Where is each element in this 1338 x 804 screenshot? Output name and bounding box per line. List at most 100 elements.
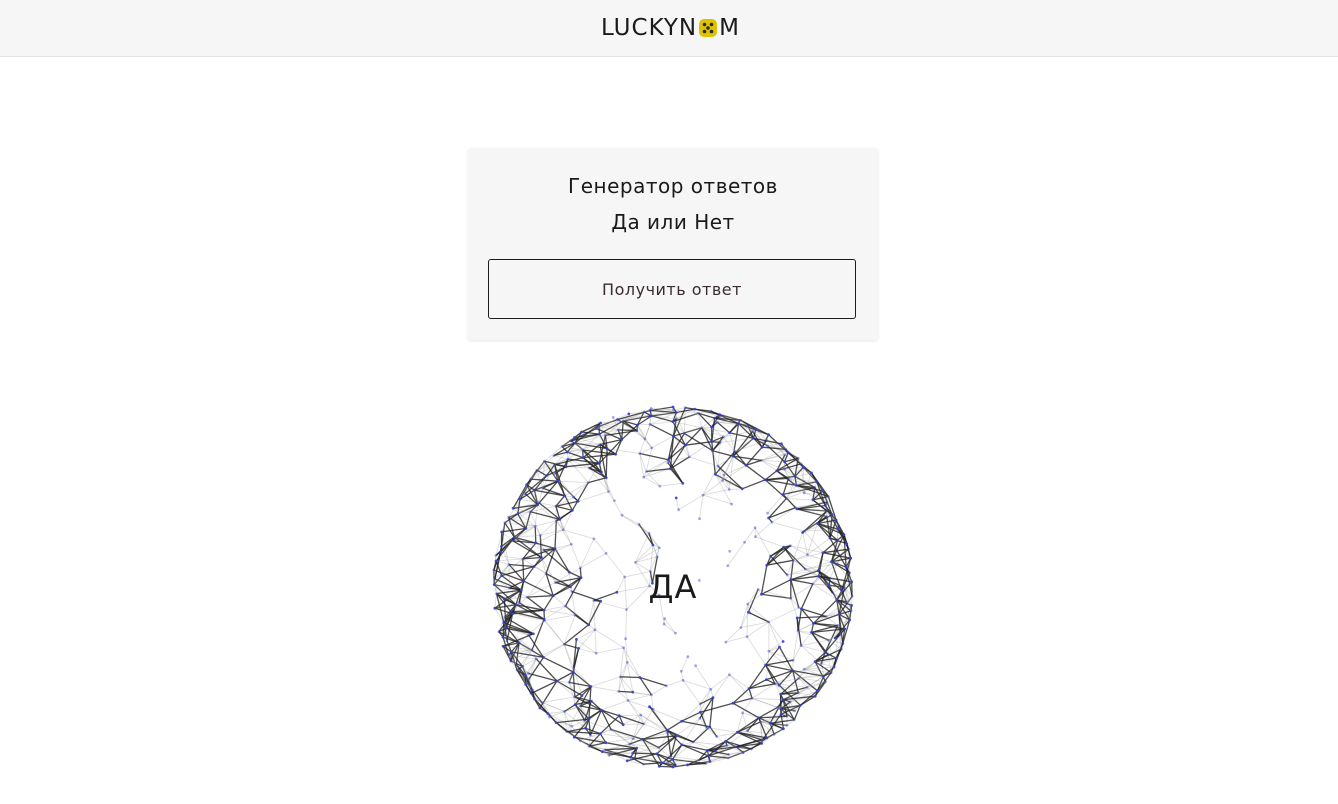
sphere-node [552, 454, 556, 457]
sphere-edge [625, 609, 627, 639]
sphere-node [708, 725, 712, 729]
sphere-node [540, 556, 543, 559]
sphere-node [812, 622, 815, 625]
sphere-node [769, 554, 773, 558]
sphere-node [631, 690, 635, 694]
sphere-node [836, 624, 840, 627]
sphere-node [802, 491, 806, 495]
sphere-node [792, 718, 796, 722]
sphere-node [531, 632, 535, 636]
sphere-node [776, 705, 779, 709]
sphere-node [739, 626, 743, 629]
sphere-node [671, 405, 675, 409]
sphere-node [598, 443, 602, 446]
sphere-node [540, 701, 544, 704]
sphere-edge [645, 447, 653, 472]
sphere-node [624, 637, 627, 641]
sphere-node [497, 630, 501, 634]
sphere-node [777, 683, 781, 687]
sphere-node [683, 443, 687, 447]
sphere-node [781, 640, 785, 643]
sphere-node [821, 489, 825, 493]
sphere-node [813, 660, 817, 663]
sphere-node [747, 610, 750, 614]
sphere-node [507, 515, 510, 519]
sphere-node [767, 516, 770, 520]
sphere-node [648, 705, 651, 709]
sphere-node [665, 728, 669, 732]
sphere-node [515, 668, 519, 672]
sphere-node [635, 746, 639, 750]
sphere-node [767, 620, 771, 624]
sphere-node [706, 754, 710, 758]
sphere-node [581, 448, 585, 452]
sphere-node [718, 413, 722, 416]
sphere-node [825, 515, 829, 518]
sphere-node [721, 479, 724, 482]
sphere-edge [618, 690, 633, 693]
sphere-node [686, 655, 690, 659]
sphere-node [629, 755, 633, 759]
sphere-node [664, 684, 668, 688]
sphere-node [657, 746, 660, 749]
sphere-edge [620, 676, 640, 679]
sphere-node [677, 508, 680, 512]
sphere-node [601, 750, 604, 754]
sphere-node [501, 644, 505, 648]
sphere-node [701, 493, 705, 497]
sphere-node [825, 509, 829, 513]
sphere-node [724, 739, 728, 743]
sphere-edge [615, 439, 623, 455]
answer-sphere: ДА [478, 392, 868, 782]
sphere-node [674, 496, 678, 500]
sphere-node [604, 434, 607, 437]
sphere-node [674, 411, 678, 414]
sphere-node [765, 438, 769, 442]
sphere-edge [685, 407, 695, 410]
site-logo[interactable]: LUCKYN M [601, 13, 740, 43]
sphere-node [509, 659, 513, 663]
sphere-node [642, 722, 646, 726]
sphere-node [638, 452, 642, 455]
sphere-node [792, 482, 796, 486]
sphere-node [740, 487, 744, 491]
sphere-node [802, 667, 806, 671]
sphere-node [657, 546, 661, 550]
sphere-edge [639, 453, 645, 478]
sphere-node [796, 629, 800, 633]
sphere-edge [632, 752, 657, 755]
sphere-node [593, 628, 597, 632]
sphere-node [697, 411, 700, 415]
sphere-edge [699, 495, 704, 519]
sphere-node [752, 436, 755, 440]
sphere-node [811, 498, 815, 502]
sphere-node [600, 708, 603, 712]
sphere-edge [578, 629, 596, 649]
sphere-node [500, 530, 504, 534]
sphere-node [537, 501, 541, 505]
sphere-node [680, 743, 684, 747]
sphere-edge [590, 676, 621, 687]
sphere-node [631, 737, 635, 740]
sphere-node [580, 430, 583, 434]
sphere-node [672, 434, 675, 438]
sphere-node [789, 544, 792, 548]
get-answer-button[interactable]: Получить ответ [488, 259, 856, 319]
sphere-node [791, 669, 795, 672]
sphere-node [538, 706, 542, 710]
sphere-node [589, 685, 593, 688]
sphere-node [644, 470, 648, 473]
sphere-node [524, 527, 528, 530]
sphere-edge [782, 478, 790, 495]
sphere-node [824, 680, 827, 684]
sphere-node [542, 548, 545, 552]
sphere-edge [508, 563, 535, 568]
sphere-edge [643, 476, 661, 487]
sphere-node [764, 663, 767, 667]
sphere-node [711, 449, 714, 453]
sphere-edge [623, 723, 644, 726]
sphere-node [572, 666, 575, 670]
sphere-edge [563, 644, 575, 668]
sphere-edge [700, 702, 734, 713]
sphere-node [826, 653, 830, 656]
